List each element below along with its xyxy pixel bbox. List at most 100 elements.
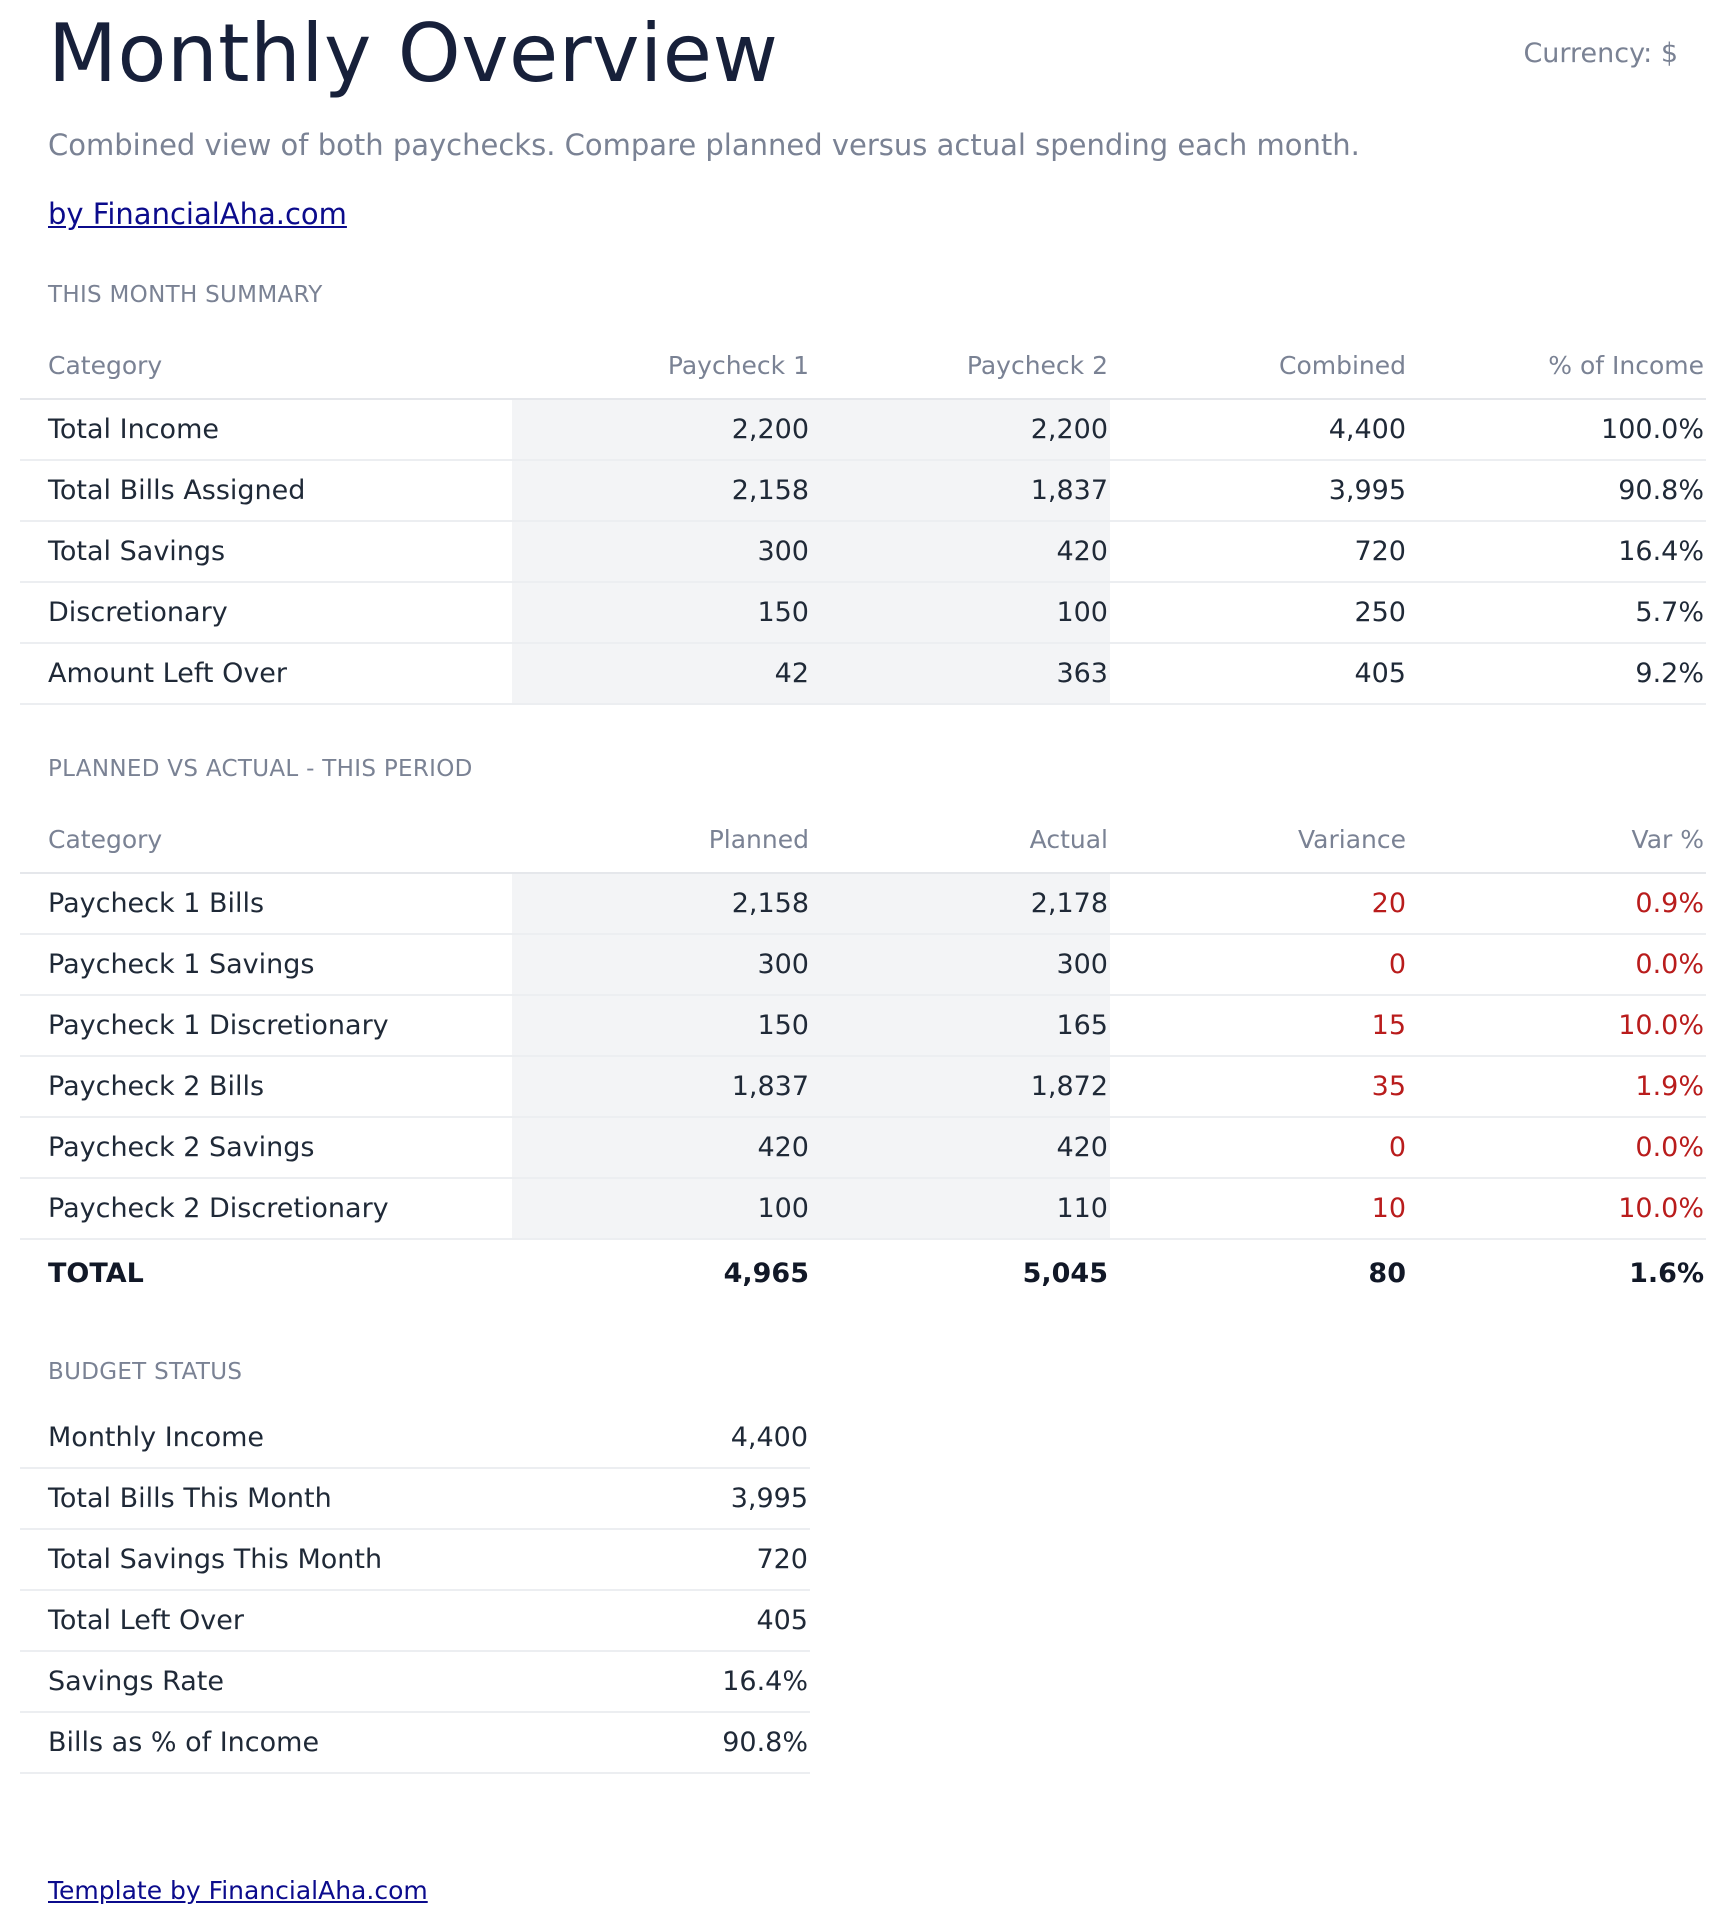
planned-cell: 2,158 [512, 873, 811, 935]
row-label: Discretionary [20, 582, 512, 644]
actual-cell: 110 [811, 1178, 1110, 1240]
table-row: Total Savings This Month 720 [20, 1529, 810, 1591]
column-header-category: Category [20, 333, 512, 400]
summary-header-row: Category Paycheck 1 Paycheck 2 Combined … [20, 333, 1706, 400]
combined-cell: 3,995 [1110, 460, 1408, 522]
table-row: Paycheck 1 Savings 300 300 0 0.0% [20, 934, 1706, 996]
combined-cell: 4,400 [1110, 399, 1408, 461]
variance-percent-cell: 1.9% [1408, 1056, 1706, 1118]
row-label: Paycheck 2 Discretionary [20, 1178, 512, 1240]
actual-cell: 1,872 [811, 1056, 1110, 1118]
column-header-paycheck-2: Paycheck 2 [811, 333, 1110, 400]
budget-status-section-title: BUDGET STATUS [48, 1359, 243, 1385]
total-row: TOTAL 4,965 5,045 80 1.6% [20, 1238, 1706, 1306]
planned-cell: 100 [512, 1178, 811, 1240]
variance-percent-cell: 0.9% [1408, 873, 1706, 935]
variance-cell: 0 [1110, 1117, 1408, 1179]
variance-cell: 10 [1110, 1178, 1408, 1240]
variance-cell: 35 [1110, 1056, 1408, 1118]
paycheck-2-cell: 100 [811, 582, 1110, 644]
paycheck-1-cell: 150 [512, 582, 811, 644]
row-label: Paycheck 1 Bills [20, 873, 512, 935]
percent-income-cell: 90.8% [1408, 460, 1706, 522]
total-planned: 4,965 [512, 1238, 811, 1306]
financialaha-link[interactable]: by FinancialAha.com [48, 197, 347, 231]
column-header-combined: Combined [1110, 333, 1408, 400]
percent-income-cell: 5.7% [1408, 582, 1706, 644]
row-label: Paycheck 2 Savings [20, 1117, 512, 1179]
status-label: Monthly Income [20, 1408, 512, 1469]
table-row: Total Savings 300 420 720 16.4% [20, 521, 1706, 583]
table-row: Paycheck 1 Discretionary 150 165 15 10.0… [20, 995, 1706, 1057]
actual-cell: 2,178 [811, 873, 1110, 935]
page-title: Monthly Overview [48, 7, 779, 100]
planned-cell: 150 [512, 995, 811, 1057]
planned-cell: 1,837 [512, 1056, 811, 1118]
variance-percent-cell: 10.0% [1408, 995, 1706, 1057]
variance-cell: 0 [1110, 934, 1408, 996]
status-value: 720 [512, 1529, 810, 1591]
row-label: Total Income [20, 399, 512, 461]
actual-cell: 165 [811, 995, 1110, 1057]
status-value: 405 [512, 1590, 810, 1652]
combined-cell: 720 [1110, 521, 1408, 583]
table-row: Total Bills This Month 3,995 [20, 1468, 810, 1530]
summary-section-title: THIS MONTH SUMMARY [48, 282, 323, 308]
paycheck-1-cell: 300 [512, 521, 811, 583]
footer-template-link[interactable]: Template by FinancialAha.com [48, 1876, 428, 1905]
currency-label: Currency: $ [1523, 38, 1678, 69]
status-label: Total Bills This Month [20, 1468, 512, 1530]
row-label: Total Savings [20, 521, 512, 583]
status-value: 16.4% [512, 1651, 810, 1713]
table-row: Savings Rate 16.4% [20, 1651, 810, 1713]
total-variance-percent: 1.6% [1408, 1238, 1706, 1306]
paycheck-2-cell: 363 [811, 643, 1110, 705]
total-label: TOTAL [20, 1238, 512, 1306]
paycheck-2-cell: 420 [811, 521, 1110, 583]
paycheck-1-cell: 42 [512, 643, 811, 705]
table-row: Total Income 2,200 2,200 4,400 100.0% [20, 399, 1706, 461]
table-row: Bills as % of Income 90.8% [20, 1712, 810, 1774]
combined-cell: 250 [1110, 582, 1408, 644]
variance-percent-cell: 10.0% [1408, 1178, 1706, 1240]
status-value: 90.8% [512, 1712, 810, 1774]
table-row: Paycheck 1 Bills 2,158 2,178 20 0.9% [20, 873, 1706, 935]
table-row: Paycheck 2 Bills 1,837 1,872 35 1.9% [20, 1056, 1706, 1118]
total-variance: 80 [1110, 1238, 1408, 1306]
percent-income-cell: 100.0% [1408, 399, 1706, 461]
column-header-planned: Planned [512, 807, 811, 874]
row-label: Paycheck 2 Bills [20, 1056, 512, 1118]
row-label: Amount Left Over [20, 643, 512, 705]
status-value: 3,995 [512, 1468, 810, 1530]
paycheck-2-cell: 1,837 [811, 460, 1110, 522]
paycheck-1-cell: 2,200 [512, 399, 811, 461]
table-row: Monthly Income 4,400 [20, 1408, 810, 1469]
actual-cell: 420 [811, 1117, 1110, 1179]
paycheck-2-cell: 2,200 [811, 399, 1110, 461]
status-label: Bills as % of Income [20, 1712, 512, 1774]
planned-cell: 420 [512, 1117, 811, 1179]
table-row: Total Bills Assigned 2,158 1,837 3,995 9… [20, 460, 1706, 522]
variance-percent-cell: 0.0% [1408, 934, 1706, 996]
column-header-variance: Variance [1110, 807, 1408, 874]
summary-table: Category Paycheck 1 Paycheck 2 Combined … [20, 333, 1706, 705]
planned-actual-section-title: PLANNED VS ACTUAL - THIS PERIOD [48, 756, 473, 782]
status-label: Savings Rate [20, 1651, 512, 1713]
page-subtitle: Combined view of both paychecks. Compare… [48, 128, 1360, 162]
row-label: Paycheck 1 Savings [20, 934, 512, 996]
row-label: Total Bills Assigned [20, 460, 512, 522]
column-header-paycheck-1: Paycheck 1 [512, 333, 811, 400]
table-row: Paycheck 2 Discretionary 100 110 10 10.0… [20, 1178, 1706, 1240]
planned-cell: 300 [512, 934, 811, 996]
status-label: Total Savings This Month [20, 1529, 512, 1591]
budget-status-table: Monthly Income 4,400 Total Bills This Mo… [20, 1408, 810, 1774]
column-header-percent-income: % of Income [1408, 333, 1706, 400]
percent-income-cell: 16.4% [1408, 521, 1706, 583]
status-value: 4,400 [512, 1408, 810, 1469]
page: Monthly Overview Currency: $ Combined vi… [0, 0, 1726, 1928]
percent-income-cell: 9.2% [1408, 643, 1706, 705]
column-header-variance-percent: Var % [1408, 807, 1706, 874]
combined-cell: 405 [1110, 643, 1408, 705]
variance-cell: 20 [1110, 873, 1408, 935]
variance-percent-cell: 0.0% [1408, 1117, 1706, 1179]
